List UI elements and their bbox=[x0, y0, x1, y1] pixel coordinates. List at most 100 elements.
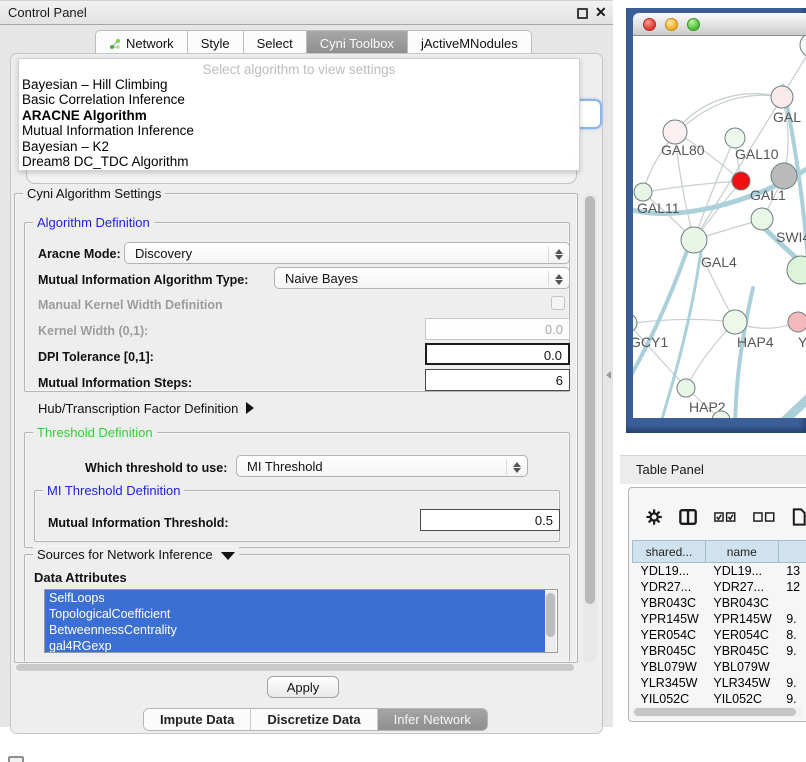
column-header[interactable]: shared... bbox=[633, 541, 706, 563]
which-threshold-combo[interactable]: MI Threshold bbox=[236, 455, 528, 477]
kernel-width-input[interactable]: 0.0 bbox=[425, 318, 570, 340]
table-row[interactable]: YER054CYER054C8. bbox=[633, 627, 806, 643]
data-attributes-list[interactable]: SelfLoopsTopologicalCoefficientBetweenne… bbox=[44, 589, 558, 653]
algorithm-option[interactable]: Mutual Information Inference bbox=[19, 123, 579, 138]
settings-vertical-scrollbar[interactable] bbox=[583, 193, 597, 663]
mi-threshold-definition-title: MI Threshold Definition bbox=[43, 483, 184, 498]
tab-network[interactable]: Network bbox=[95, 30, 188, 53]
column-header[interactable] bbox=[778, 541, 806, 563]
tab-jactivemnodules[interactable]: jActiveMNodules bbox=[408, 30, 532, 53]
close-traffic-light-icon[interactable] bbox=[643, 18, 656, 31]
table-cell: YDR27... bbox=[705, 579, 778, 595]
table-row[interactable]: YDR27...YDR27...12 bbox=[633, 579, 806, 595]
column-header[interactable]: name bbox=[705, 541, 778, 563]
hub-definition-toggle[interactable]: Hub/Transcription Factor Definition bbox=[38, 401, 254, 416]
minimize-traffic-light-icon[interactable] bbox=[665, 18, 678, 31]
mi-steps-label: Mutual Information Steps: bbox=[38, 376, 192, 390]
scrollbar-thumb[interactable] bbox=[16, 664, 574, 671]
kernel-width-label: Kernel Width (0,1): bbox=[38, 324, 148, 338]
sources-group-title[interactable]: Sources for Network Inference bbox=[33, 547, 239, 562]
attribute-item-selected[interactable]: gal4RGexp bbox=[45, 638, 545, 653]
float-window-icon[interactable] bbox=[577, 8, 588, 19]
tab-label: jActiveMNodules bbox=[421, 36, 518, 51]
table-row[interactable]: YPR145WYPR145W9. bbox=[633, 611, 806, 627]
algorithm-option[interactable]: ARACNE Algorithm bbox=[19, 108, 579, 123]
combo-stepper-icon bbox=[511, 459, 523, 475]
mi-threshold-input[interactable]: 0.5 bbox=[420, 509, 560, 531]
attribute-item-selected[interactable]: TopologicalCoefficient bbox=[45, 606, 545, 622]
attribute-item-selected[interactable]: SelfLoops bbox=[45, 590, 545, 606]
attribute-list-scrollbar[interactable] bbox=[545, 591, 556, 653]
aracne-mode-combo[interactable]: Discovery bbox=[124, 242, 570, 264]
network-node-gal[interactable] bbox=[771, 86, 793, 108]
dock-panel-icon[interactable] bbox=[8, 756, 24, 762]
network-node-y[interactable] bbox=[788, 312, 806, 332]
network-node-hap4[interactable] bbox=[723, 310, 747, 334]
table-cell: YIL052C bbox=[633, 691, 706, 707]
mi-type-combo[interactable]: Naive Bayes bbox=[274, 267, 570, 289]
node-label: GAL10 bbox=[735, 146, 779, 162]
table-row[interactable]: YBL079WYBL079W bbox=[633, 659, 806, 675]
network-node[interactable] bbox=[771, 163, 797, 189]
panel-title: Control Panel bbox=[8, 5, 87, 20]
checked-boxes-icon[interactable] bbox=[714, 511, 736, 523]
apply-button[interactable]: Apply bbox=[267, 676, 339, 698]
algorithm-option[interactable]: Dream8 DC_TDC Algorithm bbox=[19, 154, 579, 169]
table-row[interactable]: YBR045CYBR045C9. bbox=[633, 643, 806, 659]
node-label: GAL bbox=[773, 109, 801, 125]
close-icon[interactable]: ✕ bbox=[595, 4, 607, 21]
scrollbar-thumb[interactable] bbox=[634, 708, 796, 716]
network-node[interactable] bbox=[787, 256, 806, 284]
unchecked-boxes-icon[interactable] bbox=[753, 511, 775, 523]
zoom-traffic-light-icon[interactable] bbox=[687, 18, 700, 31]
tab-select[interactable]: Select bbox=[244, 30, 307, 53]
control-panel-window: Control Panel ✕ NetworkStyleSelectCyni T… bbox=[0, 0, 613, 727]
network-canvas[interactable]: GALGAL80GAL10GAL1GAL11SWI4GAL4GCY1HAP4YH… bbox=[633, 36, 806, 418]
mi-steps-input[interactable]: 6 bbox=[425, 369, 570, 391]
network-node[interactable] bbox=[732, 172, 750, 190]
network-node-gal4[interactable] bbox=[681, 227, 707, 253]
table-cell bbox=[778, 595, 806, 611]
panel-splitter-handle[interactable] bbox=[606, 371, 611, 379]
tab-discretize-data[interactable]: Discretize Data bbox=[250, 709, 376, 730]
tab-style[interactable]: Style bbox=[188, 30, 244, 53]
network-node-gal10[interactable] bbox=[725, 128, 745, 148]
manual-kernel-checkbox[interactable] bbox=[551, 296, 565, 310]
network-node[interactable] bbox=[800, 36, 806, 57]
network-node-gal11[interactable] bbox=[634, 183, 652, 201]
network-node-gcy1[interactable] bbox=[633, 314, 637, 332]
dpi-tolerance-input[interactable]: 0.0 bbox=[425, 343, 570, 365]
screen: Control Panel ✕ NetworkStyleSelectCyni T… bbox=[0, 0, 806, 762]
table-cell: YIL052C bbox=[705, 691, 778, 707]
network-node-hap2[interactable] bbox=[677, 379, 695, 397]
network-icon bbox=[109, 38, 121, 50]
algorithm-option[interactable]: Bayesian – Hill Climbing bbox=[19, 77, 579, 92]
algorithm-option[interactable]: Basic Correlation Inference bbox=[19, 92, 579, 107]
scrollbar-thumb[interactable] bbox=[585, 196, 595, 604]
table-cell: YER054C bbox=[633, 627, 706, 643]
file-icon[interactable] bbox=[792, 507, 806, 527]
network-node-gal80[interactable] bbox=[663, 120, 687, 144]
manual-kernel-label: Manual Kernel Width Definition bbox=[38, 298, 223, 312]
settings-horizontal-scrollbar[interactable] bbox=[14, 663, 578, 672]
which-threshold-value: MI Threshold bbox=[247, 459, 323, 474]
column-view-icon[interactable] bbox=[679, 508, 697, 526]
table-row[interactable]: YIL052CYIL052C9. bbox=[633, 691, 806, 707]
attribute-item-selected[interactable]: BetweennessCentrality bbox=[45, 622, 545, 638]
tab-infer-network[interactable]: Infer Network bbox=[377, 709, 487, 730]
table-row[interactable]: YBR043CYBR043C bbox=[633, 595, 806, 611]
tab-impute-data[interactable]: Impute Data bbox=[144, 709, 250, 730]
node-label: GAL80 bbox=[661, 142, 705, 158]
table-row[interactable]: YLR345WYLR345W9. bbox=[633, 675, 806, 691]
table-row[interactable]: YDL19...YDL19...13 bbox=[633, 563, 806, 579]
network-node-gal1[interactable] bbox=[751, 208, 773, 230]
node-table[interactable]: shared...name YDL19...YDL19...13YDR27...… bbox=[632, 540, 806, 707]
table-cell: 9. bbox=[778, 611, 806, 627]
gear-icon[interactable] bbox=[646, 508, 662, 526]
table-horizontal-scrollbar[interactable] bbox=[632, 707, 802, 717]
algorithm-option[interactable]: Bayesian – K2 bbox=[19, 139, 579, 154]
node-label: Y bbox=[798, 334, 806, 350]
table-cell: YDR27... bbox=[633, 579, 706, 595]
dpi-tolerance-label: DPI Tolerance [0,1]: bbox=[38, 350, 154, 364]
tab-cyni-toolbox[interactable]: Cyni Toolbox bbox=[307, 30, 408, 53]
